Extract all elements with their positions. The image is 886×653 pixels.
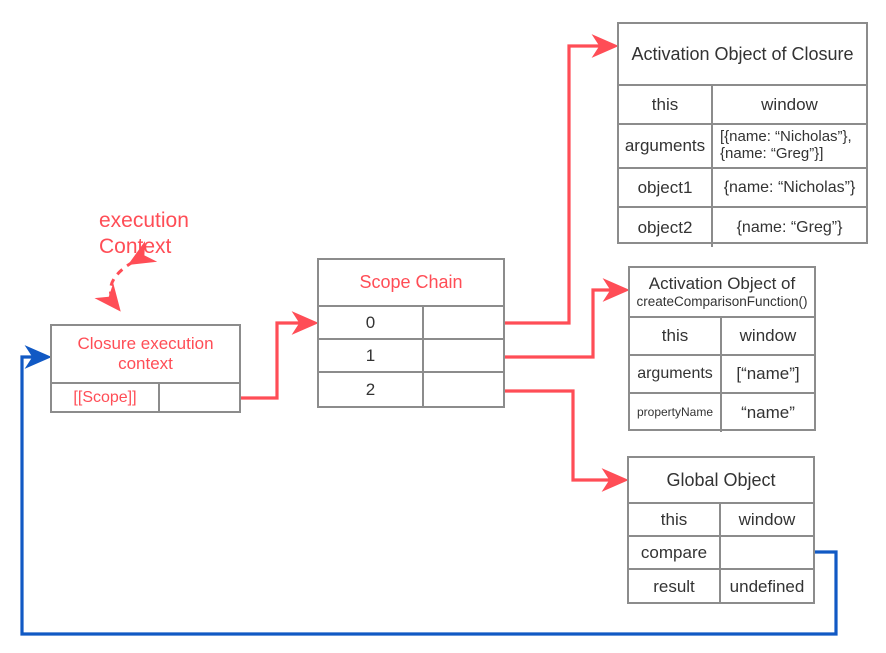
ao-ccf-key-propertyname: propertyName: [630, 394, 722, 432]
ao-ccf-key-this: this: [630, 318, 722, 354]
table-row: [[Scope]]: [52, 384, 239, 411]
ao-closure-value-this: window: [761, 94, 818, 114]
ao-closure-key-arguments: arguments: [619, 125, 713, 167]
ao-closure-key-this: this: [619, 86, 713, 123]
scope-chain-index-2: 2: [319, 373, 424, 406]
table-row: arguments [“name”]: [630, 356, 814, 394]
execution-context-label: execution Context: [99, 209, 189, 258]
global-object-header: Global Object: [629, 458, 813, 504]
table-row: this window: [630, 318, 814, 356]
ao-ccf-header-line2: createComparisonFunction(): [636, 294, 808, 310]
table-row: compare: [629, 537, 813, 570]
scope-chain-value-1: [424, 340, 503, 371]
table-row: propertyName “name”: [630, 394, 814, 432]
ao-ccf-value-arguments: [“name”]: [736, 364, 800, 384]
activation-object-closure-header: Activation Object of Closure: [619, 24, 866, 86]
ao-closure-value-arguments: [{name: “Nicholas”}, {name: “Greg”}]: [720, 128, 852, 162]
global-object-table: Global Object this window compare result…: [627, 456, 815, 604]
table-row: 0: [319, 307, 503, 340]
scope-chain-index-1: 1: [319, 340, 424, 371]
table-row: 2: [319, 373, 503, 406]
table-row: object2 {name: “Greg”}: [619, 208, 866, 247]
diagram-canvas: execution Context Closure execution cont…: [0, 0, 886, 653]
table-row: result undefined: [629, 570, 813, 603]
table-row: arguments [{name: “Nicholas”}, {name: “G…: [619, 125, 866, 169]
global-key-compare: compare: [629, 537, 721, 568]
ao-closure-key-object1: object1: [619, 169, 713, 206]
scope-chain-header: Scope Chain: [319, 260, 503, 307]
global-key-result: result: [629, 570, 721, 603]
closure-execution-context-header: Closure execution context: [52, 326, 239, 384]
global-value-result: undefined: [729, 576, 805, 596]
ao-closure-value-object2: {name: “Greg”}: [736, 218, 843, 236]
ao-ccf-value-this: window: [739, 326, 797, 346]
activation-object-closure-table: Activation Object of Closure this window…: [617, 22, 868, 247]
scope-chain-index-0: 0: [319, 307, 424, 338]
activation-object-ccf-table: Activation Object of createComparisonFun…: [628, 266, 816, 432]
ao-ccf-value-propertyname: “name”: [741, 403, 795, 423]
wire-execution-context-callout: [94, 241, 158, 312]
ao-closure-value-object1: {name: “Nicholas”}: [723, 178, 856, 196]
table-row: object1 {name: “Nicholas”}: [619, 169, 866, 208]
activation-object-ccf-header: Activation Object of createComparisonFun…: [630, 268, 814, 318]
ao-ccf-header-line1: Activation Object of: [648, 274, 796, 294]
global-value-compare: [721, 537, 813, 568]
scope-internal-property-value: [160, 384, 239, 411]
table-row: 1: [319, 340, 503, 373]
scope-internal-property-label: [[Scope]]: [52, 384, 160, 411]
global-value-this: window: [738, 509, 796, 529]
table-row: this window: [629, 504, 813, 537]
ao-closure-key-object2: object2: [619, 208, 713, 247]
ao-ccf-key-arguments: arguments: [630, 356, 722, 392]
scope-chain-table: Scope Chain 0 1 2: [317, 258, 505, 408]
scope-chain-value-2: [424, 373, 503, 406]
scope-chain-value-0: [424, 307, 503, 338]
global-key-this: this: [629, 504, 721, 535]
table-row: this window: [619, 86, 866, 125]
closure-execution-context-box: Closure execution context [[Scope]]: [50, 324, 241, 413]
